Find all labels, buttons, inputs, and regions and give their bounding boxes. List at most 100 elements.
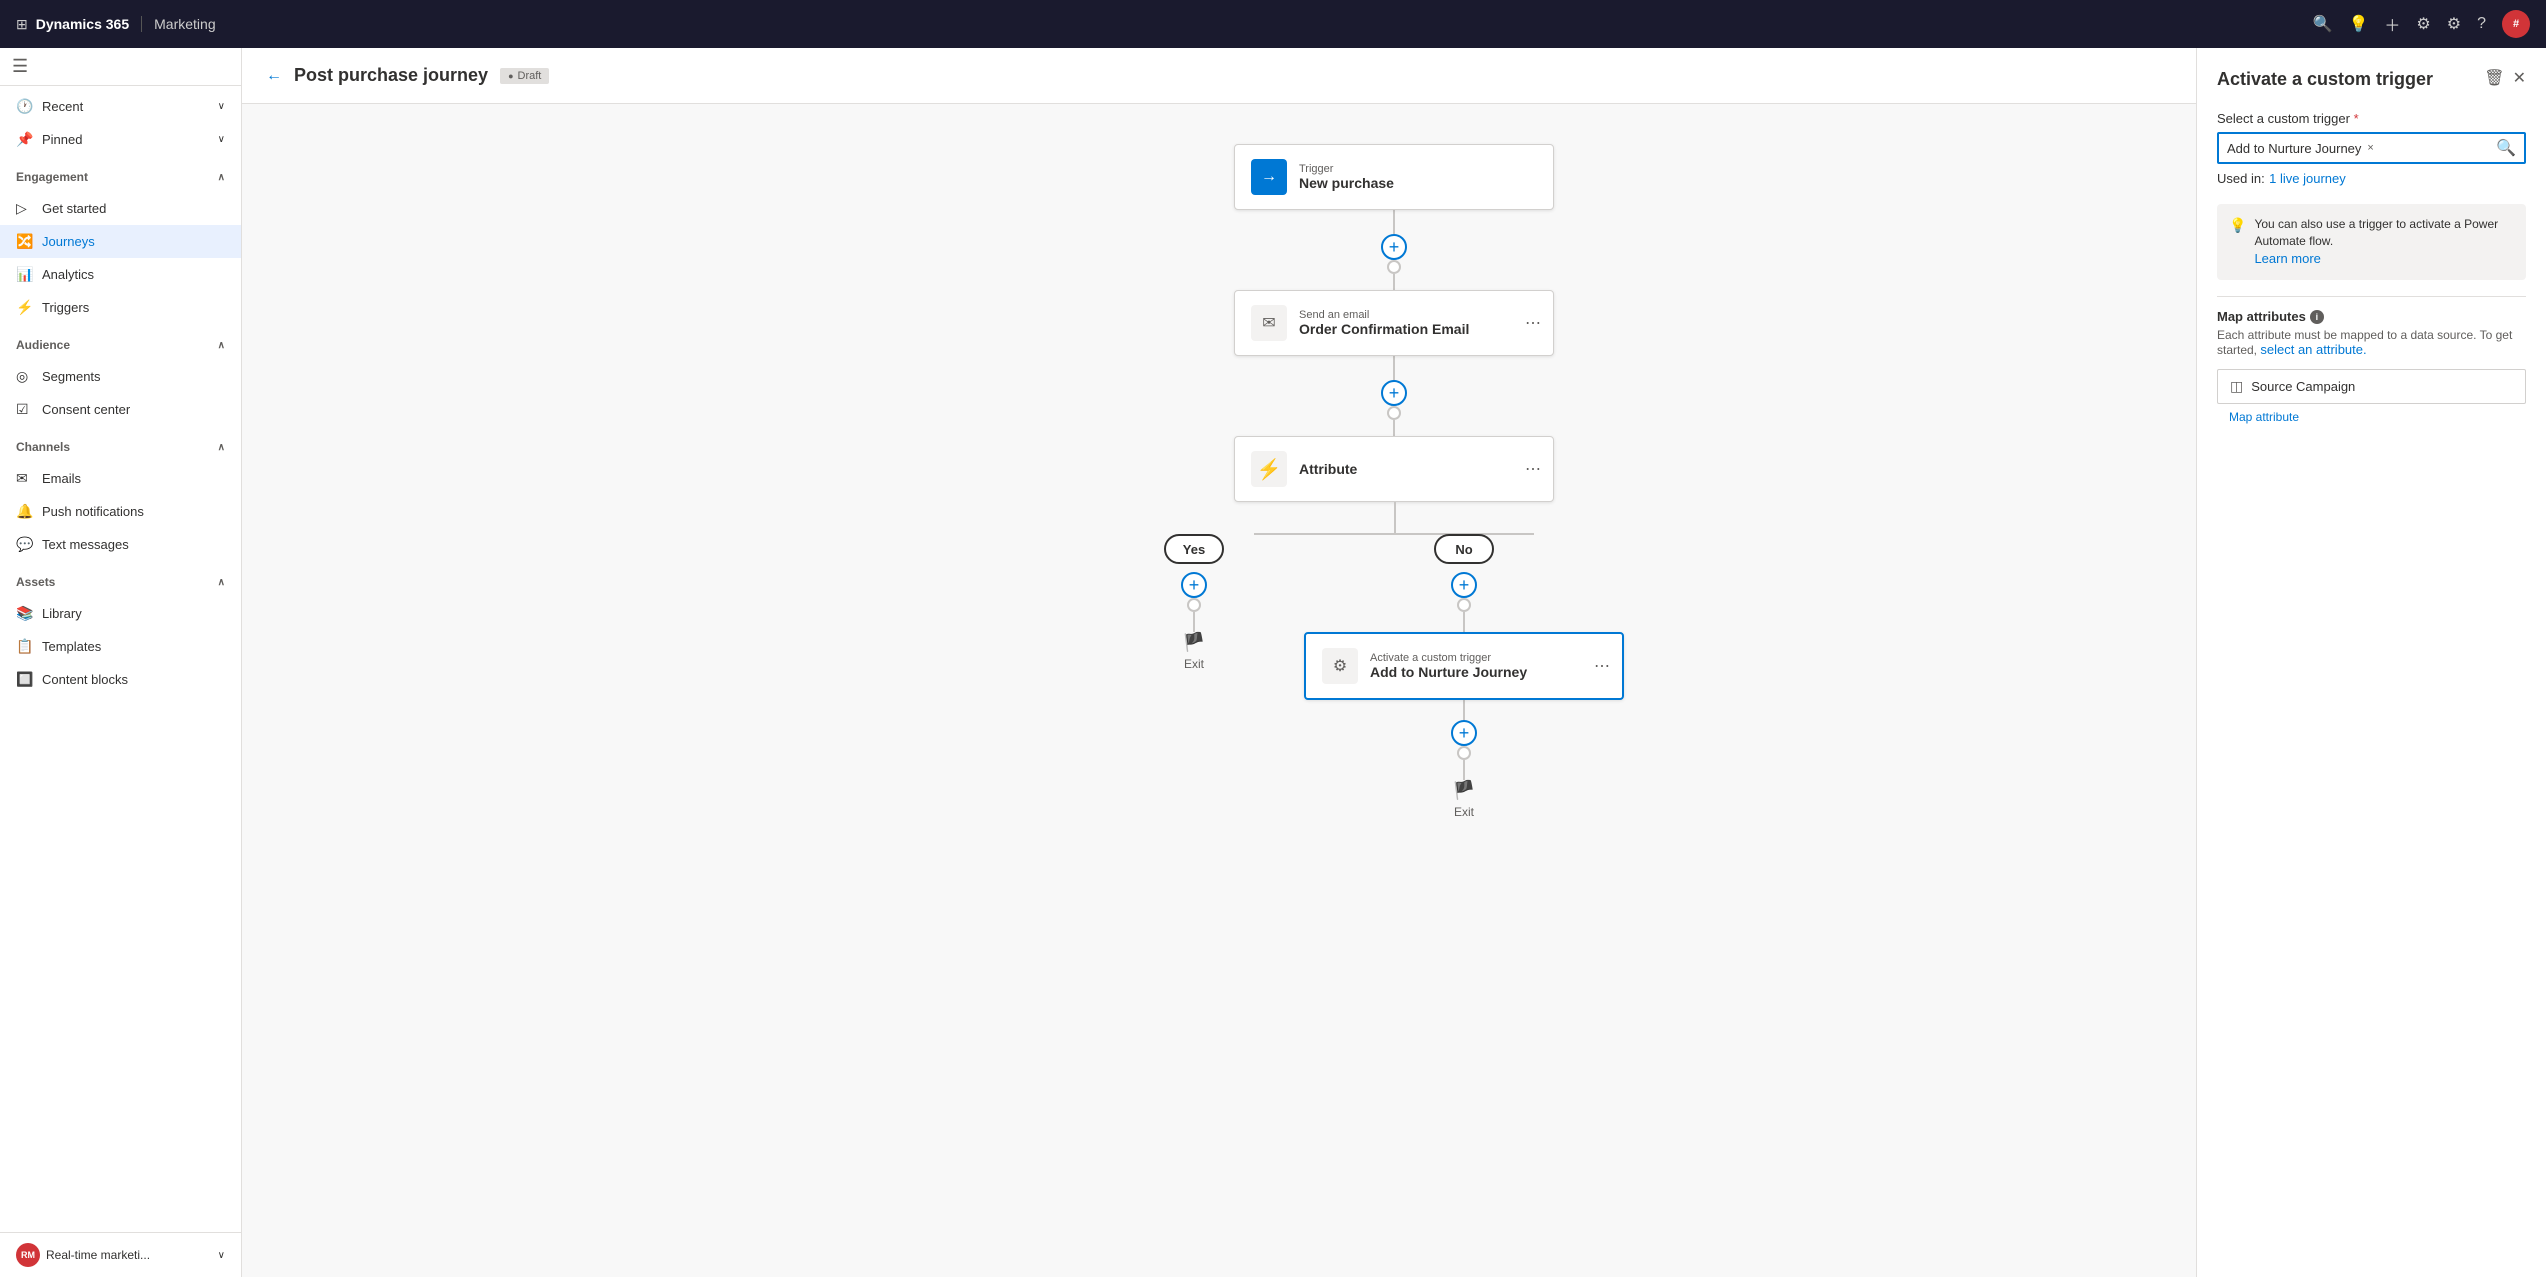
yes-label: Yes (1164, 534, 1224, 564)
email-node-menu[interactable]: ⋯ (1525, 313, 1541, 333)
back-button[interactable]: ← (266, 67, 282, 85)
email-node-icon: ✉ (1251, 305, 1287, 341)
trigger-node[interactable]: → Trigger New purchase (1234, 144, 1554, 210)
segments-icon: ◎ (16, 368, 34, 385)
branch-row: Yes + 🏴 Exit No + (1144, 534, 1644, 819)
live-journey-link[interactable]: 1 live journey (2269, 171, 2346, 186)
settings-icon[interactable]: ⚙ (2447, 14, 2461, 34)
lightbulb-icon[interactable]: 💡 (2348, 14, 2368, 34)
engagement-group-header: Engagement ∧ (0, 160, 241, 188)
search-icon[interactable]: 🔍 (2313, 14, 2333, 34)
sidebar-item-pinned[interactable]: 📌 Pinned ∨ (0, 123, 241, 156)
custom-trigger-icon: ⚙ (1322, 648, 1358, 684)
sidebar-item-analytics[interactable]: 📊 Analytics (0, 258, 241, 291)
audience-group-header: Audience ∧ (0, 328, 241, 356)
attribute-row: ◫ Source Campaign (2217, 369, 2526, 404)
add-yes-btn[interactable]: + (1181, 572, 1207, 598)
used-in-label: Used in: (2217, 171, 2265, 186)
app-logo: ⊞ Dynamics 365 (16, 16, 129, 33)
connector-1 (1393, 210, 1395, 234)
branch-connector-top (1194, 502, 1594, 534)
page-title: Post purchase journey (294, 65, 488, 86)
map-attr-info-icon[interactable]: i (2310, 310, 2324, 324)
trigger-select-label: Select a custom trigger * (2217, 111, 2526, 126)
no-exit: 🏴 Exit (1453, 780, 1475, 819)
templates-icon: 📋 (16, 638, 34, 655)
select-attribute-link[interactable]: select an attribute. (2260, 342, 2366, 357)
map-attributes-title: Map attributes i (2217, 309, 2526, 324)
add-step-btn-2[interactable]: + (1381, 380, 1407, 406)
sidebar-recent-section: 🕐 Recent ∨ 📌 Pinned ∨ (0, 86, 241, 160)
no-line (1463, 612, 1465, 632)
status-badge: ● Draft (500, 68, 549, 84)
connector-circle-1 (1387, 260, 1401, 274)
sidebar-item-consent-center[interactable]: ☑ Consent center (0, 393, 241, 426)
yes-branch: Yes + 🏴 Exit (1164, 534, 1224, 671)
consent-icon: ☑ (16, 401, 34, 418)
email-node[interactable]: ✉ Send an email Order Confirmation Email… (1234, 290, 1554, 356)
channels-chevron: ∧ (218, 442, 225, 453)
attribute-node-menu[interactable]: ⋯ (1525, 459, 1541, 479)
learn-more-link[interactable]: Learn more (2254, 251, 2320, 266)
hamburger-menu[interactable]: ☰ (12, 56, 28, 76)
sidebar-item-recent[interactable]: 🕐 Recent ∨ (0, 90, 241, 123)
sidebar-item-templates[interactable]: 📋 Templates (0, 630, 241, 663)
trigger-tag: Add to Nurture Journey × (2219, 137, 2488, 160)
panel-delete-button[interactable]: 🗑 (2484, 68, 2504, 88)
sidebar-item-library[interactable]: 📚 Library (0, 597, 241, 630)
panel-close-button[interactable]: ✕ (2513, 68, 2526, 88)
email-node-labels: Send an email Order Confirmation Email (1299, 309, 1469, 337)
exit-flag-yes: 🏴 (1183, 632, 1205, 653)
add-no-btn[interactable]: + (1451, 572, 1477, 598)
add-no-exit-btn[interactable]: + (1451, 720, 1477, 746)
footer-chevron: ∨ (218, 1250, 225, 1261)
push-icon: 🔔 (16, 503, 34, 520)
audience-section: ◎ Segments ☑ Consent center (0, 356, 241, 430)
user-avatar[interactable]: # (2502, 10, 2530, 38)
channels-group-header: Channels ∧ (0, 430, 241, 458)
connector-4 (1393, 420, 1395, 436)
channels-section: ✉ Emails 🔔 Push notifications 💬 Text mes… (0, 458, 241, 565)
filter-icon[interactable]: ⚙ (2416, 14, 2430, 34)
engagement-chevron: ∧ (218, 172, 225, 183)
analytics-icon: 📊 (16, 266, 34, 283)
add-step-btn-1[interactable]: + (1381, 234, 1407, 260)
trigger-node-labels: Trigger New purchase (1299, 163, 1394, 191)
text-icon: 💬 (16, 536, 34, 553)
sidebar-item-content-blocks[interactable]: 🔲 Content blocks (0, 663, 241, 696)
assets-chevron: ∧ (218, 577, 225, 588)
no-label: No (1434, 534, 1494, 564)
trigger-icon: → (1251, 159, 1287, 195)
sidebar-item-get-started[interactable]: ▷ Get started (0, 192, 241, 225)
sidebar-item-emails[interactable]: ✉ Emails (0, 462, 241, 495)
sidebar-item-text-messages[interactable]: 💬 Text messages (0, 528, 241, 561)
attribute-node[interactable]: ⚡ Attribute ⋯ (1234, 436, 1554, 502)
get-started-icon: ▷ (16, 200, 34, 217)
custom-trigger-node[interactable]: ⚙ Activate a custom trigger Add to Nurtu… (1304, 632, 1624, 700)
bulb-icon: 💡 (2229, 217, 2246, 268)
exit-flag-no: 🏴 (1453, 780, 1475, 801)
trigger-input-wrap[interactable]: Add to Nurture Journey × 🔍 (2217, 132, 2526, 164)
sidebar-item-segments[interactable]: ◎ Segments (0, 360, 241, 393)
used-in-info: Used in: 1 live journey (2217, 170, 2526, 188)
sidebar-header: ☰ (0, 48, 241, 86)
custom-trigger-menu[interactable]: ⋯ (1594, 656, 1610, 676)
audience-chevron: ∧ (218, 340, 225, 351)
add-icon[interactable]: ＋ (2384, 12, 2400, 36)
sidebar-item-journeys[interactable]: 🔀 Journeys (0, 225, 241, 258)
help-icon[interactable]: ? (2477, 15, 2486, 33)
map-attribute-link[interactable]: Map attribute (2229, 410, 2299, 424)
source-campaign-name: Source Campaign (2251, 379, 2513, 394)
trigger-search-btn[interactable]: 🔍 (2488, 134, 2524, 162)
info-box: 💡 You can also use a trigger to activate… (2217, 204, 2526, 280)
sidebar-item-triggers[interactable]: ⚡ Triggers (0, 291, 241, 324)
right-panel: Activate a custom trigger 🗑 ✕ Select a c… (2196, 48, 2546, 1277)
topbar-actions: 🔍 💡 ＋ ⚙ ⚙ ? # (2313, 10, 2530, 38)
clear-trigger-btn[interactable]: × (2367, 142, 2373, 154)
sidebar-item-push-notifications[interactable]: 🔔 Push notifications (0, 495, 241, 528)
sidebar-footer[interactable]: RM Real-time marketi... ∨ (0, 1232, 241, 1277)
engagement-section: ▷ Get started 🔀 Journeys 📊 Analytics ⚡ T… (0, 188, 241, 328)
assets-group-header: Assets ∧ (0, 565, 241, 593)
footer-org-label: Real-time marketi... (46, 1248, 150, 1262)
pin-icon: 📌 (16, 131, 34, 148)
